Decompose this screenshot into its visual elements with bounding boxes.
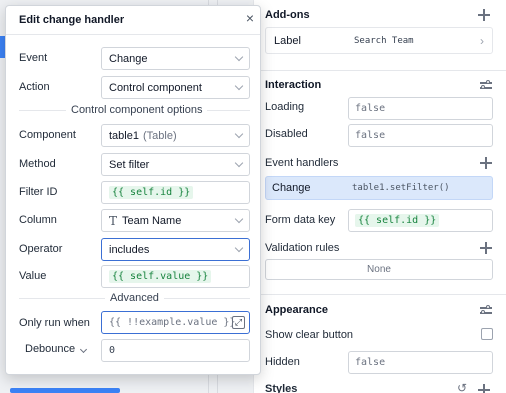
chevron-down-icon (234, 81, 244, 91)
method-label: Method (19, 158, 56, 170)
validation-none-text: None (367, 264, 391, 275)
hidden-value: false (355, 357, 386, 368)
only-run-when-placeholder: {{ !!example.value }} (109, 317, 236, 328)
appearance-title: Appearance (265, 304, 328, 316)
debounce-input[interactable]: 0 (101, 339, 250, 362)
value-value: {{ self.value }} (109, 270, 212, 283)
expand-editor-icon[interactable]: ⤢ (232, 316, 245, 329)
filter-id-input[interactable]: {{ self.id }} (101, 181, 250, 204)
form-data-key-label: Form data key (265, 214, 336, 226)
debounce-label[interactable]: Debounce (25, 343, 75, 355)
column-value: Team Name (122, 214, 182, 227)
event-label: Event (19, 52, 48, 64)
add-style-plus-icon[interactable] (478, 384, 490, 393)
inspector-panel: Add-ons Label Search Team › Interaction … (253, 0, 506, 393)
event-handlers-label: Event handlers (265, 157, 339, 169)
hidden-label: Hidden (265, 356, 300, 368)
method-value: Set filter (109, 158, 150, 171)
interaction-settings-icon[interactable] (480, 80, 492, 90)
action-select[interactable]: Control component (101, 76, 250, 99)
show-clear-button-label: Show clear button (265, 329, 354, 341)
component-select[interactable]: table1 (Table) (101, 124, 250, 147)
chevron-down-icon (234, 129, 244, 139)
only-run-when-label: Only run when (19, 317, 90, 329)
action-label: Action (19, 81, 50, 93)
section-divider (254, 294, 506, 295)
validation-rules-label: Validation rules (265, 242, 340, 254)
chevron-down-icon (234, 214, 244, 224)
add-validation-rule-plus-icon[interactable] (480, 242, 492, 254)
show-clear-button-checkbox[interactable] (481, 328, 493, 340)
chevron-down-icon (234, 158, 244, 168)
add-addon-plus-icon[interactable] (478, 9, 490, 21)
event-value: Change (109, 52, 148, 65)
column-label: Column (19, 214, 57, 226)
chevron-down-icon (234, 243, 244, 253)
modal-title: Edit change handler (19, 14, 125, 26)
advanced-separator-label: Advanced (105, 292, 164, 304)
handler-action: table1.setFilter() (352, 183, 450, 193)
disabled-value: false (355, 130, 386, 141)
chevron-down-icon (234, 52, 244, 62)
canvas-selected-component[interactable] (10, 388, 120, 393)
styles-label: Styles (265, 383, 298, 393)
loading-input[interactable]: false (348, 97, 493, 120)
handler-event: Change (272, 182, 311, 194)
form-data-key-input[interactable]: {{ self.id }} (348, 209, 493, 232)
chevron-down-icon[interactable] (79, 345, 88, 354)
text-type-icon: T (109, 213, 118, 228)
component-value: table1 (109, 129, 139, 142)
event-select[interactable]: Change (101, 47, 250, 70)
only-run-when-input[interactable]: {{ !!example.value }} ⤢ (101, 311, 250, 334)
operator-value: includes (109, 243, 150, 256)
disabled-label: Disabled (265, 128, 308, 140)
section-divider (254, 70, 506, 71)
loading-value: false (355, 103, 386, 114)
hidden-input[interactable]: false (348, 351, 493, 374)
addons-title: Add-ons (265, 9, 310, 21)
filter-id-label: Filter ID (19, 186, 58, 198)
method-select[interactable]: Set filter (101, 153, 250, 176)
addon-label: Label (274, 34, 301, 47)
edit-change-handler-modal: Edit change handler × Event Change Actio… (5, 5, 261, 375)
form-data-key-value: {{ self.id }} (355, 214, 440, 227)
reset-styles-icon[interactable]: ↺ (457, 381, 467, 393)
options-separator-label: Control component options (66, 104, 208, 116)
interaction-title: Interaction (265, 79, 322, 91)
operator-label: Operator (19, 243, 63, 255)
debounce-value: 0 (109, 345, 116, 356)
add-event-handler-plus-icon[interactable] (480, 157, 492, 169)
component-type: (Table) (142, 129, 177, 142)
modal-header-divider (6, 34, 260, 35)
action-value: Control component (109, 81, 202, 94)
addon-label-card[interactable]: Label Search Team › (265, 27, 493, 54)
addon-value: Search Team (354, 35, 414, 46)
filter-id-value: {{ self.id }} (109, 186, 194, 199)
appearance-settings-icon[interactable] (480, 305, 492, 315)
operator-select[interactable]: includes (101, 238, 250, 261)
component-label: Component (19, 129, 76, 141)
value-label: Value (19, 270, 47, 282)
close-icon[interactable]: × (244, 11, 256, 25)
loading-label: Loading (265, 101, 305, 113)
validation-rules-empty: None (265, 259, 493, 280)
column-select[interactable]: T Team Name (101, 209, 250, 232)
disabled-input[interactable]: false (348, 124, 493, 147)
chevron-right-icon: › (480, 33, 484, 48)
value-input[interactable]: {{ self.value }} (101, 265, 250, 288)
event-handler-row[interactable]: Change table1.setFilter() (265, 176, 493, 200)
